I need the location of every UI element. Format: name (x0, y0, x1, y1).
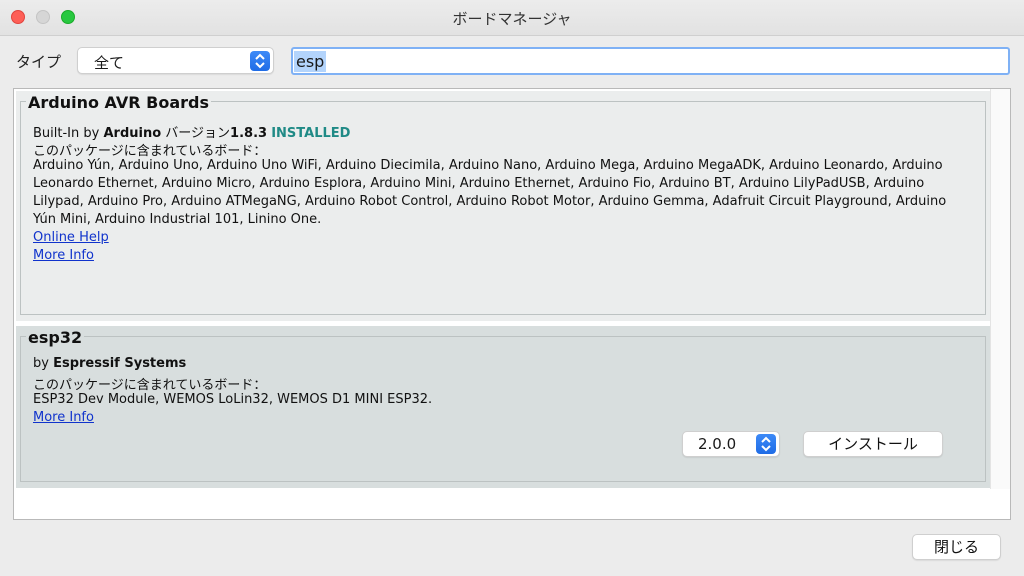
board-name: Arduino AVR Boards (26, 93, 211, 112)
type-filter-value: 全て (94, 54, 125, 72)
type-filter-label: タイプ (16, 53, 62, 71)
included-boards-label: このパッケージに含まれているボード： (33, 378, 267, 393)
list-item-arduino-avr[interactable]: Arduino AVR Boards Built-In by Arduino バ… (16, 91, 990, 321)
install-button[interactable]: インストール (803, 431, 943, 457)
select-stepper-icon (756, 434, 776, 454)
list-scrollbar[interactable] (990, 89, 1010, 489)
board-name: esp32 (26, 328, 85, 347)
included-boards-label: このパッケージに含まれているボード： (33, 144, 267, 159)
board-list[interactable]: Arduino AVR Boards Built-In by Arduino バ… (13, 88, 1011, 520)
more-info-link[interactable]: More Info (33, 248, 94, 263)
more-info-link[interactable]: More Info (33, 410, 94, 425)
select-stepper-icon (250, 51, 270, 71)
close-button[interactable]: 閉じる (912, 534, 1001, 560)
installed-badge: INSTALLED (271, 126, 351, 141)
version-select-value: 2.0.0 (698, 435, 737, 453)
online-help-link[interactable]: Online Help (33, 230, 109, 245)
board-manager-window: ボードマネージャ タイプ 全て esp Arduino AVR Boards B… (0, 0, 1024, 576)
included-boards-line: Arduino Yún, Arduino Uno, Arduino Uno Wi… (33, 158, 943, 173)
search-input[interactable]: esp (291, 47, 1010, 75)
included-boards-line: Lilypad, Arduino Pro, Arduino ATMegaNG, … (33, 194, 947, 209)
included-boards-line: Leonardo Ethernet, Arduino Micro, Arduin… (33, 176, 925, 191)
title-bar[interactable]: ボードマネージャ (0, 0, 1024, 36)
board-byline: Built-In by Arduino バージョン1.8.3 INSTALLED (33, 126, 351, 141)
board-byline: by Espressif Systems (33, 356, 187, 371)
included-boards-line: ESP32 Dev Module, WEMOS LoLin32, WEMOS D… (33, 392, 433, 407)
list-item-esp32[interactable]: esp32 by Espressif Systems このパッケージに含まれてい… (16, 326, 990, 488)
included-boards-line: Yún Mini, Arduino Industrial 101, Linino… (33, 212, 322, 227)
type-filter-select[interactable]: 全て (77, 47, 274, 74)
search-input-value: esp (294, 51, 327, 72)
version-select[interactable]: 2.0.0 (682, 431, 780, 457)
window-title: ボードマネージャ (452, 10, 572, 28)
